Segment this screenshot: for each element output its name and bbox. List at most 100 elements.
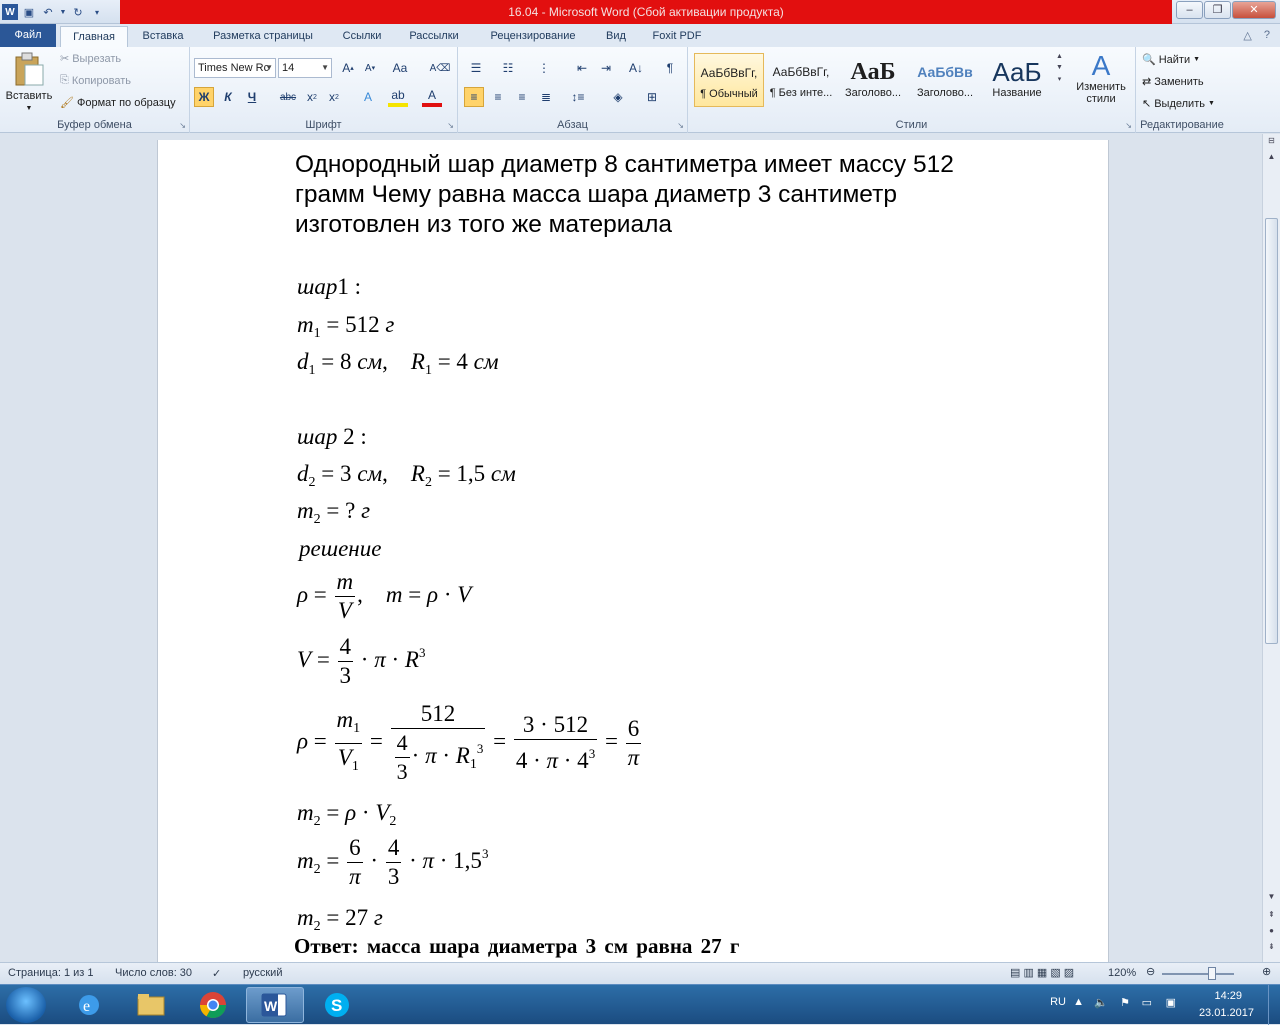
zoom-out-icon[interactable]: ⊖ (1146, 965, 1155, 978)
undo-icon[interactable]: ↶ (40, 4, 56, 20)
taskbar-word[interactable]: W (246, 987, 304, 1023)
styles-launcher-icon[interactable]: ↘ (1125, 121, 1132, 130)
copy-button[interactable]: ⎘ Копировать (60, 74, 131, 87)
tab-insert[interactable]: Вставка (134, 26, 192, 47)
sort-button[interactable]: A↓ (626, 58, 646, 78)
redo-icon[interactable]: ↻ (70, 4, 86, 20)
scrollbar-thumb[interactable] (1265, 218, 1278, 644)
minimize-ribbon-icon[interactable]: △ (1243, 29, 1251, 42)
font-name-combo[interactable]: Times New Rc ▼ (194, 58, 276, 78)
borders-button[interactable]: ⊞ (642, 87, 662, 107)
vertical-scrollbar[interactable]: ⊟ ▲ ▼ ⇞ ● ⇟ (1262, 134, 1280, 962)
tab-review[interactable]: Рецензирование (478, 26, 588, 47)
clock-time[interactable]: 14:29 (1214, 990, 1242, 1002)
clear-formatting-button[interactable]: A⌫ (430, 58, 451, 78)
close-button[interactable]: ✕ (1232, 1, 1276, 19)
customize-toolbar-icon[interactable]: ▾ (89, 4, 105, 20)
font-launcher-icon[interactable]: ↘ (447, 121, 454, 130)
tab-references[interactable]: Ссылки (334, 26, 390, 47)
previous-page-icon[interactable]: ⇞ (1263, 910, 1280, 924)
bullets-button[interactable]: ☰ (466, 58, 486, 78)
browse-object-icon[interactable]: ● (1263, 926, 1280, 940)
decrease-indent-button[interactable]: ⇤ (572, 58, 592, 78)
dropdown-arrow-icon[interactable]: ▼ (59, 4, 67, 20)
taskbar-chrome[interactable] (184, 987, 242, 1023)
proofing-icon[interactable]: ✓ (212, 967, 221, 980)
action-center-icon[interactable]: ⚑ (1120, 996, 1130, 1009)
page-count[interactable]: Страница: 1 из 1 (8, 967, 94, 979)
clipboard-launcher-icon[interactable]: ↘ (179, 121, 186, 130)
zoom-level[interactable]: 120% (1108, 967, 1136, 979)
strikethrough-button[interactable]: abc (278, 87, 298, 107)
align-left-button[interactable]: ≡ (464, 87, 484, 107)
select-button[interactable]: ↖ Выделить ▼ (1142, 97, 1215, 111)
view-buttons[interactable]: ▤ ▥ ▦ ▧ ▨ (1010, 966, 1074, 979)
maximize-button[interactable]: ❐ (1204, 1, 1231, 19)
taskbar-skype[interactable]: S (308, 987, 366, 1023)
show-hidden-icons-icon[interactable]: ▲ (1073, 996, 1084, 1008)
change-case-button[interactable]: Aa (390, 58, 410, 78)
scroll-down-icon[interactable]: ▼ (1263, 892, 1280, 906)
word-count[interactable]: Число слов: 30 (115, 967, 192, 979)
underline-button[interactable]: Ч (242, 87, 262, 107)
tab-foxit-pdf[interactable]: Foxit PDF (644, 26, 710, 47)
tab-home[interactable]: Главная (60, 26, 128, 47)
paragraph-launcher-icon[interactable]: ↘ (677, 121, 684, 130)
align-center-button[interactable]: ≡ (488, 87, 508, 107)
ruler-toggle-icon[interactable]: ⊟ (1263, 136, 1280, 150)
volume-icon[interactable]: 🔈 (1094, 996, 1108, 1009)
taskbar-internet-explorer[interactable]: e (60, 987, 118, 1023)
style-normal[interactable]: АаБбВвГг, ¶ Обычный (694, 53, 764, 107)
show-desktop-button[interactable] (1268, 985, 1280, 1025)
shrink-font-button[interactable]: A ▾ (360, 58, 380, 78)
minimize-button[interactable]: – (1176, 1, 1203, 19)
tab-page-layout[interactable]: Разметка страницы (200, 26, 326, 47)
align-right-button[interactable]: ≡ (512, 87, 532, 107)
taskbar-explorer[interactable] (122, 987, 180, 1023)
cut-button[interactable]: ✂ Вырезать (60, 52, 121, 66)
document-page[interactable]: Однородный шар диаметр 8 сантиметра имее… (157, 140, 1109, 962)
show-marks-button[interactable]: ¶ (660, 58, 680, 78)
change-styles-button[interactable]: A Изменить стили (1072, 51, 1130, 106)
input-language[interactable]: RU (1050, 996, 1066, 1008)
increase-indent-button[interactable]: ⇥ (596, 58, 616, 78)
grow-font-button[interactable]: A ▴ (338, 58, 358, 78)
numbering-button[interactable]: ☷ (498, 58, 518, 78)
bold-button[interactable]: Ж (194, 87, 214, 107)
shading-button[interactable]: ◈ (608, 87, 628, 107)
superscript-button[interactable]: x2 (324, 87, 344, 107)
style-no-spacing[interactable]: АаБбВвГг, ¶ Без инте... (766, 53, 836, 107)
language-indicator[interactable]: русский (243, 967, 282, 979)
font-color-button[interactable]: A (422, 87, 442, 107)
style-title[interactable]: АаБ Название (982, 53, 1052, 107)
save-icon[interactable]: ▣ (21, 4, 37, 20)
zoom-slider[interactable] (1162, 967, 1234, 980)
word-logo-icon[interactable]: W (2, 4, 18, 20)
line-spacing-button[interactable]: ↕≡ (568, 87, 588, 107)
help-icon[interactable]: ? (1264, 29, 1270, 42)
zoom-slider-handle[interactable] (1208, 967, 1216, 980)
subscript-button[interactable]: x2 (302, 87, 322, 107)
italic-button[interactable]: К (218, 87, 238, 107)
tab-mailings[interactable]: Рассылки (398, 26, 470, 47)
zoom-in-icon[interactable]: ⊕ (1262, 965, 1271, 978)
text-effects-button[interactable]: A (358, 87, 378, 107)
font-size-combo[interactable]: 14 ▼ (278, 58, 332, 78)
style-heading-1[interactable]: АаБ Заголово... (838, 53, 908, 107)
justify-button[interactable]: ≣ (536, 87, 556, 107)
tab-view[interactable]: Вид (596, 26, 636, 47)
find-button[interactable]: 🔍 Найти ▼ (1142, 53, 1200, 67)
start-button[interactable] (6, 987, 46, 1023)
format-painter-button[interactable]: 🖌 Формат по образцу (60, 96, 176, 110)
paste-button[interactable]: Вставить ▼ (4, 51, 54, 112)
tab-file[interactable]: Файл (0, 24, 56, 47)
network-icon[interactable]: ▣ (1166, 996, 1176, 1009)
multilevel-list-button[interactable]: ⋮ (534, 58, 554, 78)
style-heading-2[interactable]: АаБбВв Заголово... (910, 53, 980, 107)
next-page-icon[interactable]: ⇟ (1263, 942, 1280, 956)
power-icon[interactable]: ▭ (1142, 996, 1152, 1009)
replace-button[interactable]: ⇄ Заменить (1142, 75, 1204, 89)
clock-date[interactable]: 23.01.2017 (1199, 1007, 1254, 1019)
scroll-up-icon[interactable]: ▲ (1263, 152, 1280, 166)
styles-scroll[interactable]: ▲ ▼ ▾ (1056, 53, 1063, 83)
